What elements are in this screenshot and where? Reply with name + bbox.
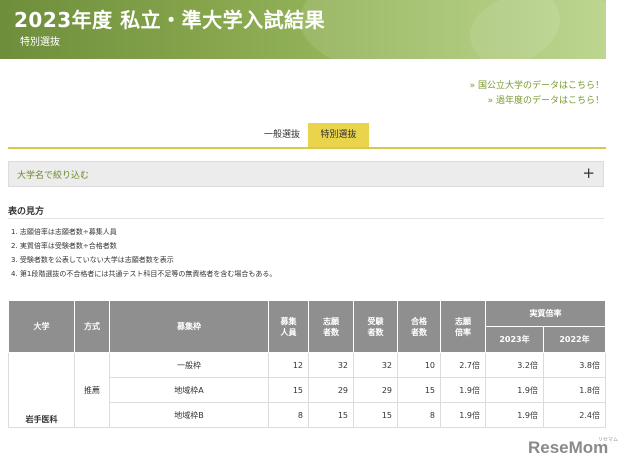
plus-icon: + xyxy=(582,164,595,182)
note-item: 3. 受験者数を公表していない大学は志願者数を表示 xyxy=(11,256,174,264)
cell-method: 推薦 xyxy=(74,352,110,428)
filter-label: 大学名で絞り込む xyxy=(17,171,90,181)
resemom-logo: ReseMom xyxy=(528,438,609,457)
cell-ratio-2023: 1.9倍 xyxy=(485,377,544,403)
cell-examinees: 29 xyxy=(353,377,398,403)
resemom-logo-sub: リセマム xyxy=(598,437,619,443)
cell-examinees: 32 xyxy=(353,352,398,378)
university-filter-toggle[interactable]: 大学名で絞り込む + xyxy=(8,161,604,187)
cell-frame: 一般枠 xyxy=(109,352,269,378)
cell-passers: 10 xyxy=(397,352,441,378)
hero-banner: 2023年度 私立・準大学入試結果 特別選抜 xyxy=(0,0,606,59)
cell-university: 岩手医科 xyxy=(8,352,75,428)
cell-passers: 8 xyxy=(397,402,441,428)
cell-applicants: 32 xyxy=(308,352,354,378)
header-2023: 2023年 xyxy=(485,326,544,353)
cell-ratio-2022: 3.8倍 xyxy=(543,352,606,378)
cell-ratio-2023: 1.9倍 xyxy=(485,402,544,428)
cell-applicant-ratio: 1.9倍 xyxy=(440,377,486,403)
cell-applicants: 15 xyxy=(308,402,354,428)
header-examinees: 受験 者数 xyxy=(353,300,398,353)
page-title: 2023年度 私立・準大学入試結果 xyxy=(14,8,326,32)
page-subtitle: 特別選抜 xyxy=(20,37,60,48)
table-row: 岩手医科 推薦 一般枠 12 32 32 10 2.7倍 3.2倍 3.8倍 xyxy=(8,352,606,428)
note-item: 4. 第1段階選抜の不合格者には共通テスト科目不足等の無資格者を含む場合もある。 xyxy=(11,270,277,278)
cell-applicants: 29 xyxy=(308,377,354,403)
header-frame: 募集枠 xyxy=(109,300,269,353)
header-real-ratio: 実質倍率 xyxy=(485,300,606,327)
cell-ratio-2022: 1.8倍 xyxy=(543,377,606,403)
howto-notes: 1. 志願倍率は志願者数÷募集人員 2. 実質倍率は受験者数÷合格者数 3. 受… xyxy=(11,225,276,281)
cell-applicant-ratio: 1.9倍 xyxy=(440,402,486,428)
cell-frame: 地域枠B xyxy=(109,402,269,428)
past-year-link[interactable]: » 過年度のデータはこちら！ xyxy=(470,94,604,109)
cell-applicant-ratio: 2.7倍 xyxy=(440,352,486,378)
results-table: 大学 方式 募集枠 募集 人員 志願 者数 受験 者数 合格 者数 志願 倍率 実質倍率 … xyxy=(8,300,606,428)
tab-special-selection[interactable]: 特別選抜 xyxy=(308,123,369,147)
note-item: 1. 志願倍率は志願者数÷募集人員 xyxy=(11,228,117,236)
cell-capacity: 8 xyxy=(268,402,309,428)
cell-capacity: 15 xyxy=(268,377,309,403)
header-applicants: 志願 者数 xyxy=(308,300,354,353)
howto-heading: 表の見方 xyxy=(8,207,45,217)
cell-ratio-2022: 2.4倍 xyxy=(543,402,606,428)
national-university-link[interactable]: » 国公立大学のデータはこちら！ xyxy=(470,79,604,94)
header-2022: 2022年 xyxy=(543,326,606,353)
cell-passers: 15 xyxy=(397,377,441,403)
header-method: 方式 xyxy=(74,300,110,353)
cell-examinees: 15 xyxy=(353,402,398,428)
header-university: 大学 xyxy=(8,300,75,353)
header-applicant-ratio: 志願 倍率 xyxy=(440,300,486,353)
header-capacity: 募集 人員 xyxy=(268,300,309,353)
cell-capacity: 12 xyxy=(268,352,309,378)
cell-ratio-2023: 3.2倍 xyxy=(485,352,544,378)
tab-general-selection[interactable]: 一般選抜 xyxy=(252,123,312,147)
header-passers: 合格 者数 xyxy=(397,300,441,353)
divider xyxy=(8,218,604,219)
external-links: » 国公立大学のデータはこちら！ » 過年度のデータはこちら！ xyxy=(470,79,604,109)
cell-frame: 地域枠A xyxy=(109,377,269,403)
selection-tabs: 一般選抜 特別選抜 xyxy=(8,123,606,149)
hero-decoration xyxy=(470,0,606,59)
note-item: 2. 実質倍率は受験者数÷合格者数 xyxy=(11,242,117,250)
